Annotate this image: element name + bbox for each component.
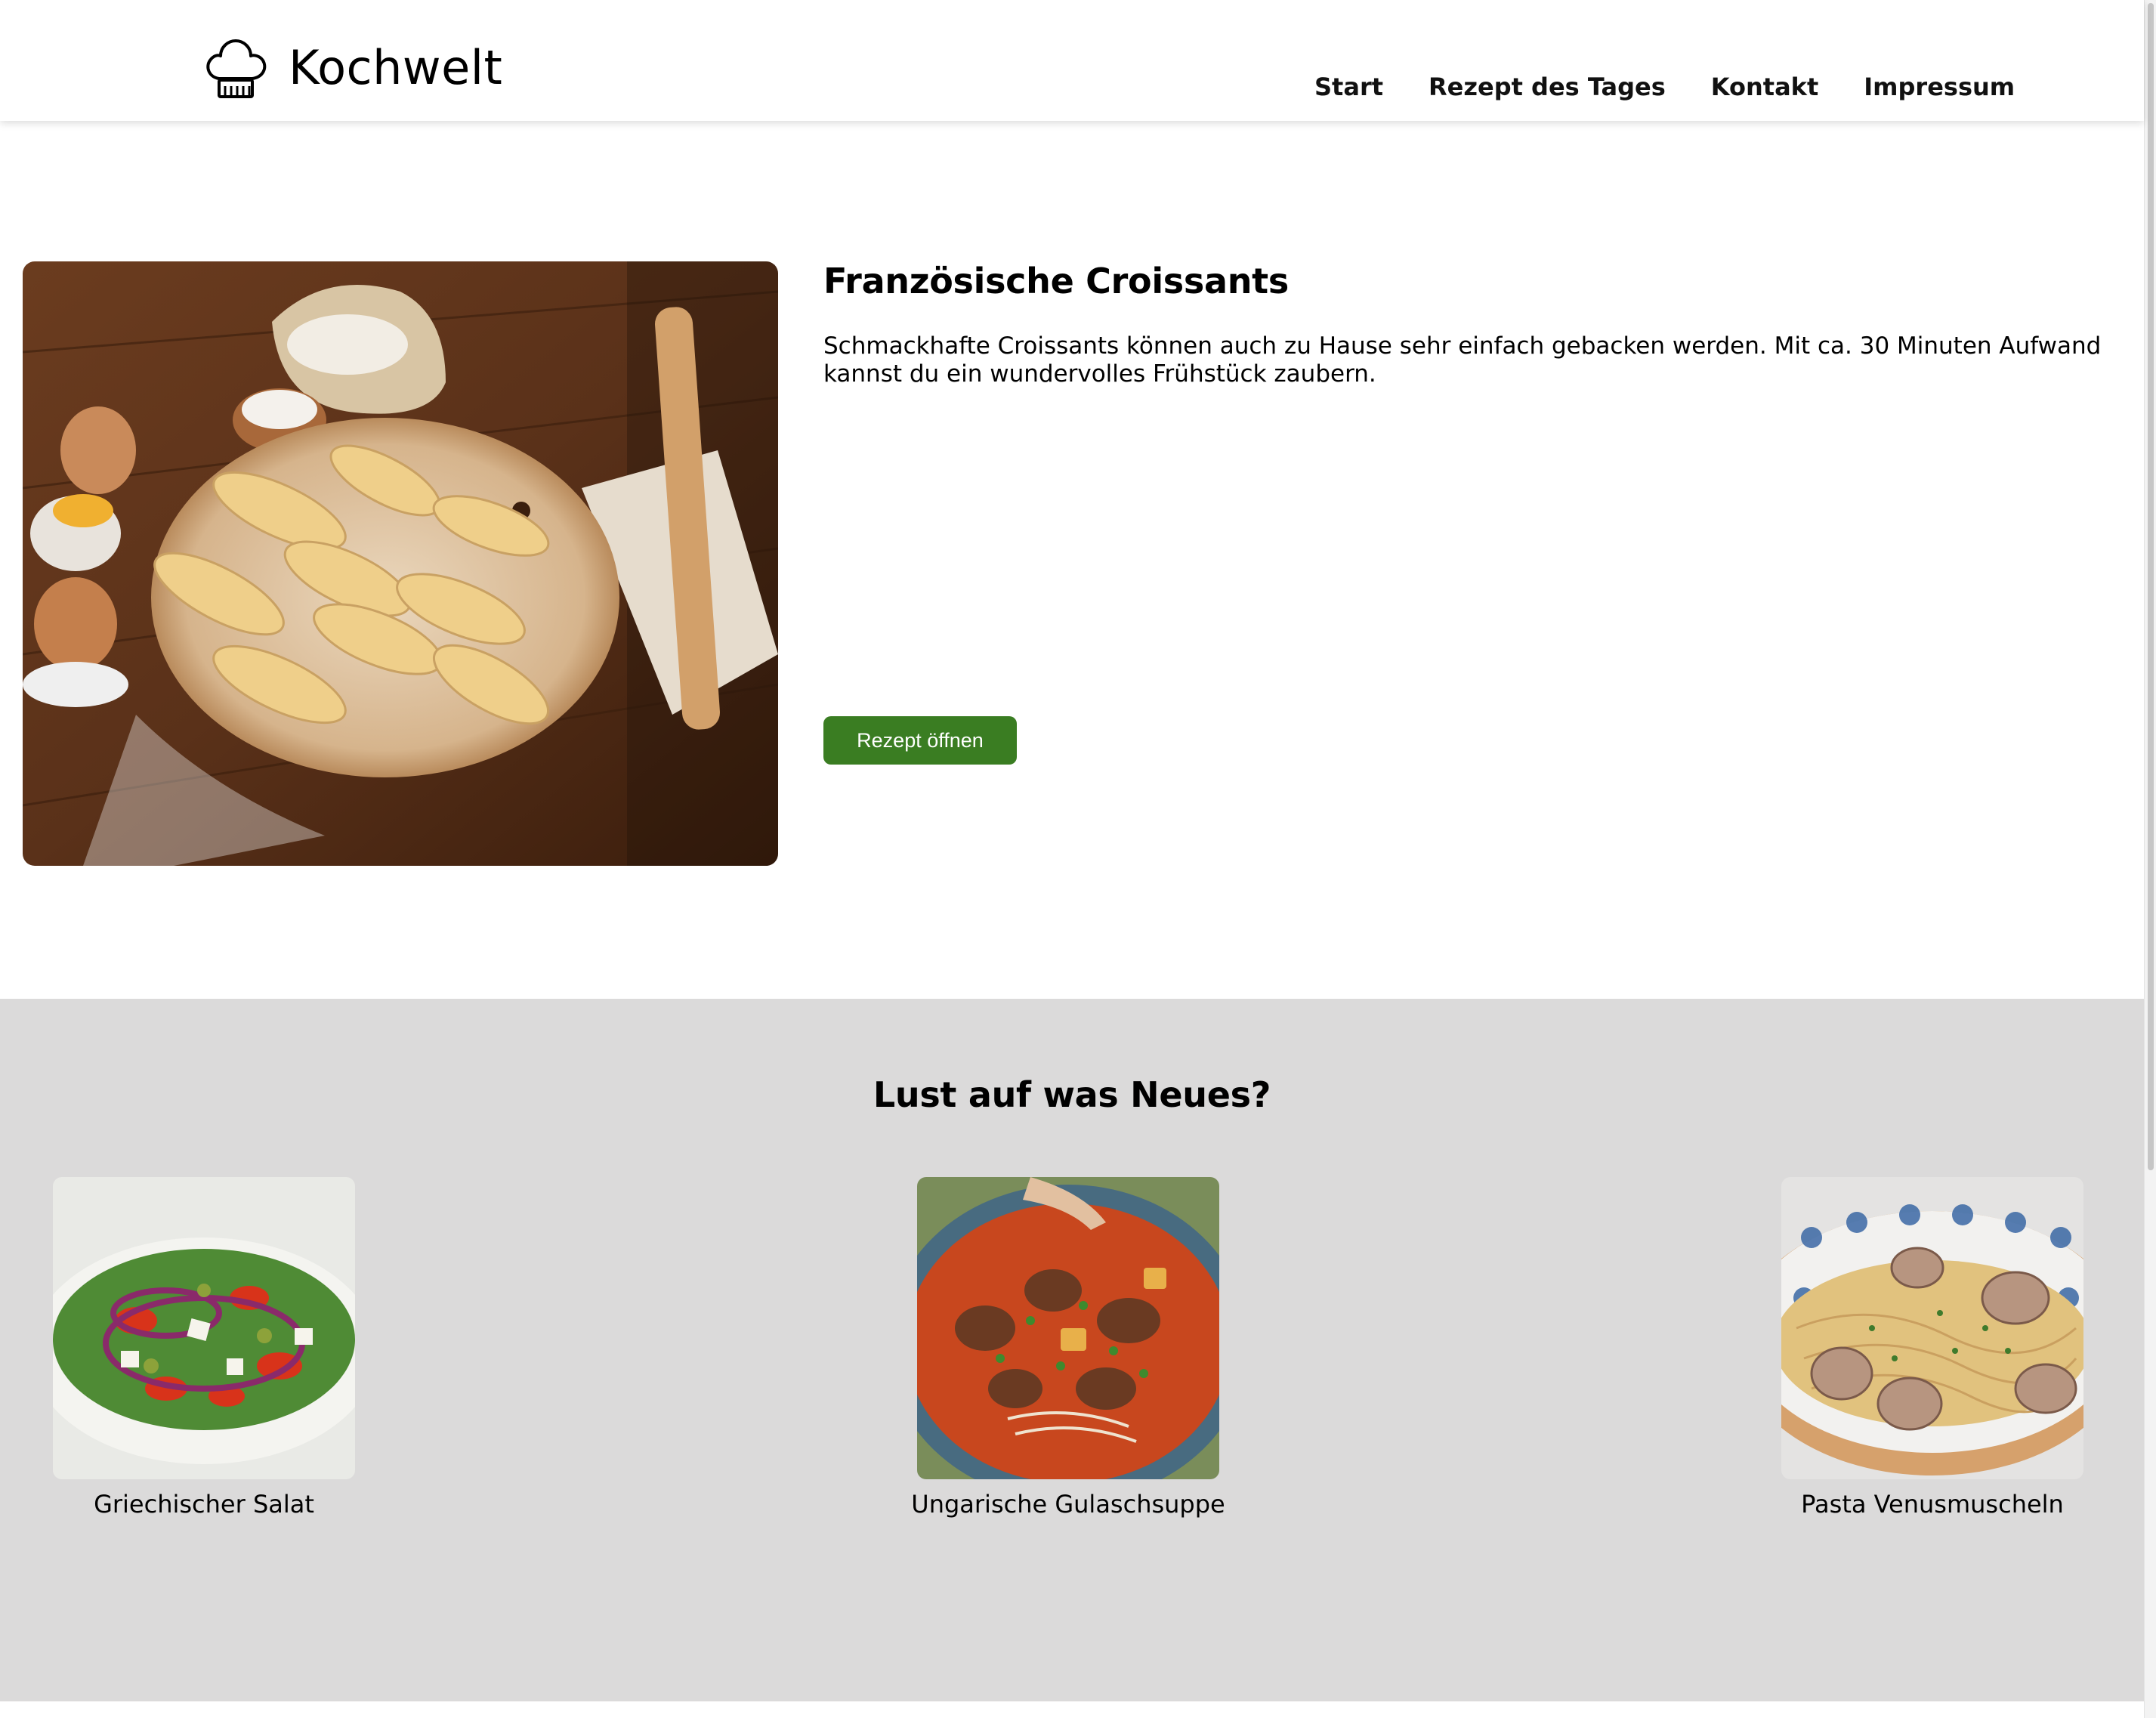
recipe-card-image[interactable] xyxy=(53,1177,355,1479)
recipe-card-label[interactable]: Pasta Venusmuscheln xyxy=(1736,1490,2129,1519)
featured-recipe-description: Schmackhafte Croissants können auch zu H… xyxy=(823,332,2102,388)
site-logo[interactable]: Kochwelt xyxy=(204,33,502,101)
featured-recipe-title: Französische Croissants xyxy=(823,261,1289,301)
page-scrollbar[interactable] xyxy=(2144,0,2156,1718)
main-nav: Start Rezept des Tages Kontakt Impressum xyxy=(1314,73,2015,101)
nav-link-contact[interactable]: Kontakt xyxy=(1711,73,1818,101)
scrollbar-thumb[interactable] xyxy=(2148,3,2154,1170)
recipe-card-label[interactable]: Griechischer Salat xyxy=(8,1490,400,1519)
nav-link-recipe-of-the-day[interactable]: Rezept des Tages xyxy=(1429,73,1666,101)
recipe-card-image[interactable] xyxy=(917,1177,1219,1479)
site-header: Kochwelt Start Rezept des Tages Kontakt … xyxy=(0,0,2144,121)
recipe-card-label[interactable]: Ungarische Gulaschsuppe xyxy=(872,1490,1265,1519)
featured-recipe-image xyxy=(23,261,778,866)
open-recipe-button[interactable]: Rezept öffnen xyxy=(823,716,1017,765)
suggestions-heading: Lust auf was Neues? xyxy=(873,1074,1271,1115)
suggestions-section: Lust auf was Neues? Griechischer Salat U… xyxy=(0,999,2144,1701)
recipe-card-image[interactable] xyxy=(1781,1177,2083,1479)
recipe-card-goulash-soup[interactable]: Ungarische Gulaschsuppe xyxy=(911,1177,1225,1519)
recipe-card-pasta-clams[interactable]: Pasta Venusmuscheln xyxy=(1781,1177,2083,1519)
recipe-card-greek-salad[interactable]: Griechischer Salat xyxy=(53,1177,355,1519)
chef-hat-icon xyxy=(206,39,267,98)
brand-name: Kochwelt xyxy=(289,39,503,95)
nav-link-start[interactable]: Start xyxy=(1314,73,1383,101)
nav-link-imprint[interactable]: Impressum xyxy=(1864,73,2015,101)
